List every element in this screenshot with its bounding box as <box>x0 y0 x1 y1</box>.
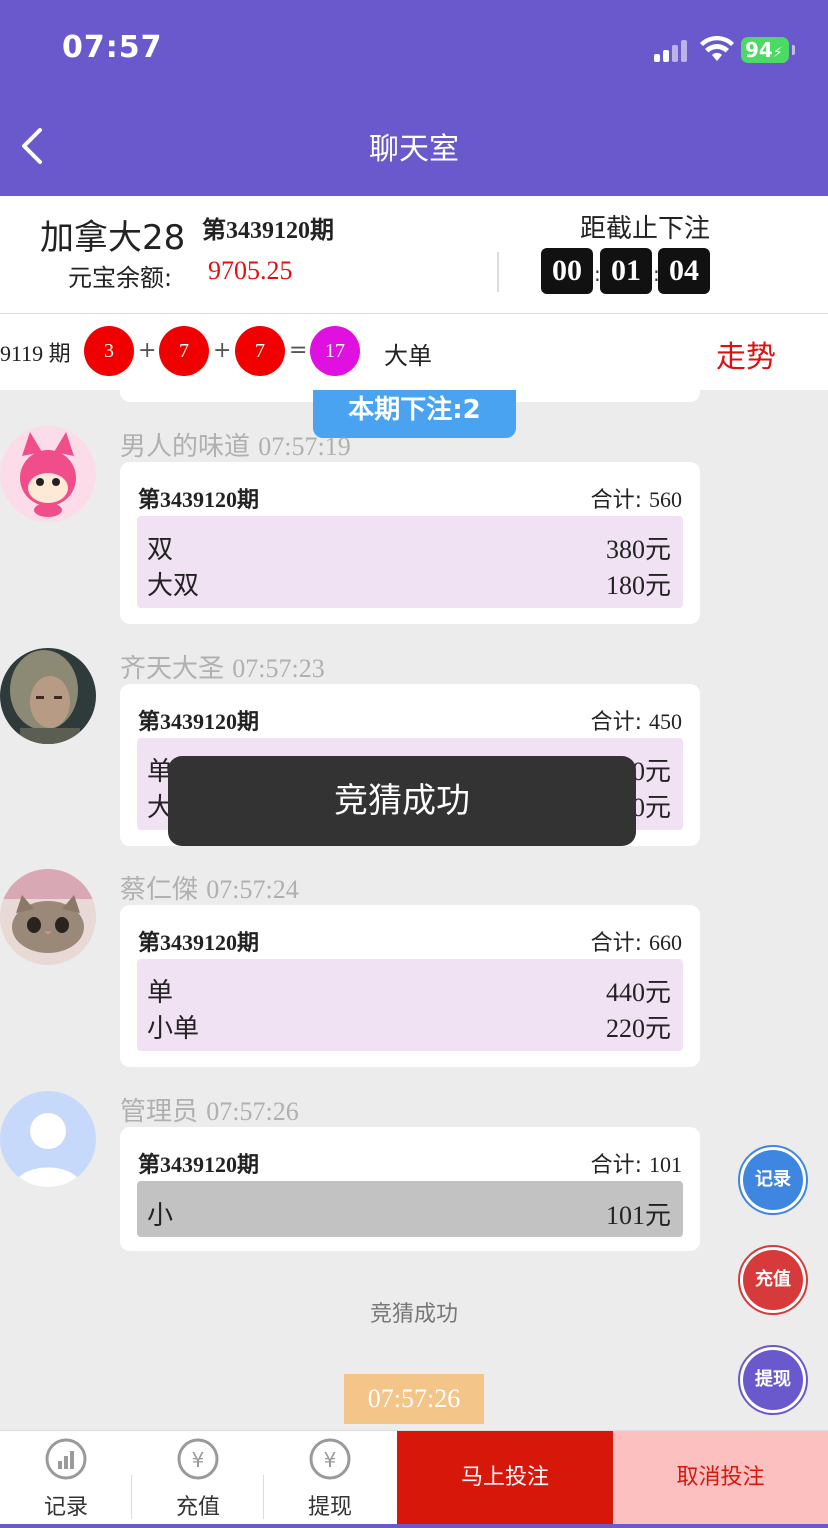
bet-period: 第3439120期 <box>138 709 260 734</box>
divider <box>497 252 499 292</box>
home-indicator <box>0 1524 828 1528</box>
plus-sign: + <box>213 338 232 363</box>
withdraw-fab[interactable]: 提现 <box>738 1345 808 1415</box>
chat-message: 男人的味道 07:57:19 第3439120期 合计: 560 双 380元 大… <box>0 426 828 626</box>
svg-text:¥: ¥ <box>324 1448 337 1472</box>
cat-avatar-icon <box>0 869 96 965</box>
recharge-fab-label: 充值 <box>743 1250 803 1310</box>
game-info-panel: 加拿大28 第3439120期 元宝余额: 9705.25 距截止下注 00 :… <box>0 196 828 314</box>
tab-withdraw[interactable]: ¥ 提现 <box>264 1431 396 1525</box>
tab-record[interactable]: 记录 <box>0 1431 132 1525</box>
username-time: 齐天大圣 07:57:23 <box>120 654 325 684</box>
result-period: 9119 期 <box>0 341 71 366</box>
equals-sign: = <box>289 338 308 363</box>
signal-icon <box>654 38 688 62</box>
avatar[interactable] <box>0 426 96 522</box>
balance-value: 9705.25 <box>208 256 293 285</box>
recharge-fab[interactable]: 充值 <box>738 1245 808 1315</box>
bet-item: 双 380元 <box>147 535 671 565</box>
username-time: 男人的味道 07:57:19 <box>120 432 351 462</box>
countdown-seconds: 04 <box>658 248 710 294</box>
yen-coin-icon: ¥ <box>309 1438 351 1480</box>
status-time: 07:57 <box>62 30 163 65</box>
username-time: 蔡仁傑 07:57:24 <box>120 875 299 905</box>
message-timestamp: 07:57:26 <box>344 1374 484 1424</box>
default-user-avatar-icon <box>0 1091 96 1187</box>
countdown-minutes: 01 <box>600 248 652 294</box>
bet-total: 合计: 101 <box>590 1152 682 1178</box>
chat-message: 管理员 07:57:26 第3439120期 合计: 101 小 101元 <box>0 1091 828 1291</box>
svg-text:¥: ¥ <box>192 1448 205 1472</box>
toast-notification: 竞猜成功 <box>168 756 636 846</box>
bet-period: 第3439120期 <box>138 930 260 955</box>
bet-period: 第3439120期 <box>138 1152 260 1177</box>
bet-items: 小 101元 <box>137 1181 683 1237</box>
result-sum: 17 <box>310 326 360 376</box>
result-ball: 7 <box>235 326 285 376</box>
bet-items: 双 380元 大双 180元 <box>137 516 683 608</box>
success-message: 竞猜成功 <box>369 1302 458 1327</box>
yen-coin-icon: ¥ <box>177 1438 219 1480</box>
result-type: 大单 <box>384 342 432 370</box>
result-ball: 3 <box>84 326 134 376</box>
page-title: 聊天室 <box>369 132 459 167</box>
wifi-icon <box>700 36 734 61</box>
game-name: 加拿大28 <box>40 218 186 258</box>
result-ball: 7 <box>159 326 209 376</box>
avatar[interactable] <box>0 869 96 965</box>
tab-recharge-label: 充值 <box>175 1495 220 1520</box>
top-bar: 07:57 94⚡ 聊天室 <box>0 0 828 196</box>
avatar[interactable] <box>0 648 96 744</box>
bet-card: 第3439120期 合计: 660 单 440元 小单 220元 <box>120 905 700 1067</box>
bet-items: 单 440元 小单 220元 <box>137 959 683 1051</box>
balance-label: 元宝余额: <box>68 264 173 292</box>
chart-icon <box>45 1438 87 1480</box>
tab-withdraw-label: 提现 <box>307 1495 352 1520</box>
record-fab[interactable]: 记录 <box>738 1145 808 1215</box>
plus-sign: + <box>138 338 157 363</box>
chat-message: 蔡仁傑 07:57:24 第3439120期 合计: 660 单 440元 小单 2… <box>0 869 828 1069</box>
bet-total: 合计: 660 <box>590 930 682 956</box>
chat-feed[interactable]: 本期下注:2 男人的味道 07:57:19 第3439120期 合计: 560 … <box>0 390 828 1430</box>
portrait-avatar-icon <box>0 648 96 744</box>
bet-card: 第3439120期 合计: 560 双 380元 大双 180元 <box>120 462 700 624</box>
avatar[interactable] <box>0 1091 96 1187</box>
bet-now-button[interactable]: 马上投注 <box>397 1431 613 1525</box>
tab-record-label: 记录 <box>43 1495 88 1520</box>
bottom-bar: 记录 ¥ 充值 ¥ 提现 马上投注 取消投注 <box>0 1430 828 1528</box>
bet-total: 合计: 450 <box>590 709 682 735</box>
tab-recharge[interactable]: ¥ 充值 <box>132 1431 264 1525</box>
bet-item: 小 101元 <box>147 1201 671 1231</box>
withdraw-fab-label: 提现 <box>743 1350 803 1410</box>
current-period: 第3439120期 <box>202 218 334 244</box>
battery-indicator: 94⚡ <box>741 37 795 63</box>
bet-period: 第3439120期 <box>138 487 260 512</box>
bet-item: 小单 220元 <box>147 1014 671 1044</box>
bet-item: 单 440元 <box>147 978 671 1008</box>
trend-link[interactable]: 走势 <box>716 332 776 376</box>
bet-item: 大双 180元 <box>147 571 671 601</box>
bet-card: 第3439120期 合计: 101 小 101元 <box>120 1127 700 1251</box>
last-result-row: 9119 期 3 + 7 + 7 = 17 大单 走势 <box>0 314 828 390</box>
bet-total: 合计: 560 <box>590 487 682 513</box>
deadline-label: 距截止下注 <box>580 214 711 244</box>
record-fab-label: 记录 <box>743 1150 803 1210</box>
username-time: 管理员 07:57:26 <box>120 1097 299 1127</box>
cancel-bet-button[interactable]: 取消投注 <box>613 1431 828 1525</box>
fox-avatar-icon <box>0 426 96 522</box>
countdown-hours: 00 <box>541 248 593 294</box>
